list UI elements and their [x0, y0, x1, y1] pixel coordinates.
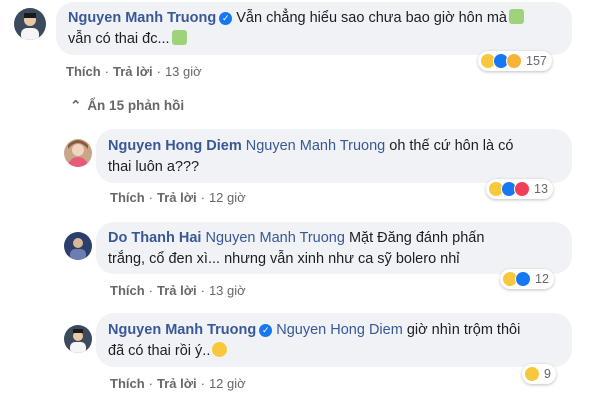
reaction-count: 13	[534, 182, 548, 196]
timestamp[interactable]: 13 giờ	[165, 64, 202, 79]
reaction-summary[interactable]: 157	[478, 51, 552, 71]
reaction-summary[interactable]: 12	[500, 269, 554, 289]
comment-actions: Thích · Trả lời · 12 giờ	[110, 376, 246, 391]
comment-text: thai luôn a???	[108, 159, 200, 175]
chevron-up-icon: ⌃	[70, 98, 82, 113]
comment-bubble: Nguyen Manh Truong ✓ Vẫn chẳng hiểu sao c…	[56, 2, 572, 55]
comment-actions: Thích · Trả lời · 13 giờ	[110, 283, 246, 298]
mention-tag[interactable]: Nguyen Hong Diem	[276, 322, 403, 338]
love-icon	[514, 181, 530, 197]
comment-author[interactable]: Nguyen Hong Diem	[108, 138, 242, 154]
timestamp[interactable]: 12 giờ	[209, 376, 246, 391]
mention-tag[interactable]: Nguyen Manh Truong	[246, 138, 385, 154]
reply-button[interactable]: Trả lời	[157, 283, 197, 298]
comment-author[interactable]: Nguyen Manh Truong	[68, 10, 216, 26]
sad-emoji-icon	[212, 342, 228, 357]
reply-button[interactable]: Trả lời	[157, 376, 197, 391]
timestamp[interactable]: 13 giờ	[209, 283, 246, 298]
verified-badge-icon: ✓	[259, 324, 273, 337]
like-button[interactable]: Thích	[110, 283, 145, 298]
avatar[interactable]	[14, 8, 46, 40]
care-icon	[506, 53, 522, 69]
comment-text: đã có thai rồi ý..	[108, 343, 211, 359]
comment-bubble: Do Thanh Hai Nguyen Manh Truong Mặt Đăng…	[96, 222, 572, 274]
comment-bubble: Nguyen Hong Diem Nguyen Manh Truong oh t…	[96, 129, 572, 183]
emoji-icon	[509, 9, 524, 24]
comment-actions: Thích · Trả lời · 13 giờ	[66, 64, 202, 79]
haha-icon	[524, 366, 540, 382]
verified-badge-icon: ✓	[219, 12, 233, 25]
hide-replies-label: Ẩn 15 phản hồi	[87, 98, 185, 113]
hide-replies-link[interactable]: ⌃ Ẩn 15 phản hồi	[70, 98, 184, 114]
comment-bubble: Nguyen Manh Truong ✓ Nguyen Hong Diem giờ…	[96, 313, 572, 367]
reaction-count: 157	[526, 54, 547, 68]
comment-text: oh thế cứ hôn là có	[389, 138, 514, 154]
avatar[interactable]	[64, 139, 92, 167]
comment-author[interactable]: Do Thanh Hai	[108, 230, 201, 246]
comment-text: Vẫn chẳng hiểu sao chưa bao giờ hôn mà	[236, 10, 507, 26]
reaction-summary[interactable]: 13	[486, 179, 553, 199]
avatar[interactable]	[64, 232, 92, 260]
like-button[interactable]: Thích	[66, 64, 101, 79]
timestamp[interactable]: 12 giờ	[209, 190, 246, 205]
reaction-count: 12	[535, 272, 549, 286]
comment-actions: Thích · Trả lời · 12 giờ	[110, 190, 246, 205]
mention-tag[interactable]: Nguyen Manh Truong	[205, 230, 344, 246]
comment-text: trắng, cổ đen xì... nhưng vẫn xinh như c…	[108, 251, 460, 267]
reaction-count: 9	[544, 367, 551, 381]
reply-button[interactable]: Trả lời	[157, 190, 197, 205]
comment-text: vẫn có thai đc...	[68, 31, 170, 47]
like-button[interactable]: Thích	[110, 190, 145, 205]
like-icon	[515, 271, 531, 287]
avatar[interactable]	[64, 325, 92, 353]
like-button[interactable]: Thích	[110, 376, 145, 391]
reply-button[interactable]: Trả lời	[113, 64, 153, 79]
comment-text: giờ nhìn trộm thôi	[406, 322, 521, 338]
reaction-summary[interactable]: 9	[522, 364, 556, 384]
comment-author[interactable]: Nguyen Manh Truong	[108, 322, 256, 338]
comment-text: Mặt Đăng đánh phấn	[348, 230, 485, 246]
emoji-icon	[171, 30, 187, 45]
